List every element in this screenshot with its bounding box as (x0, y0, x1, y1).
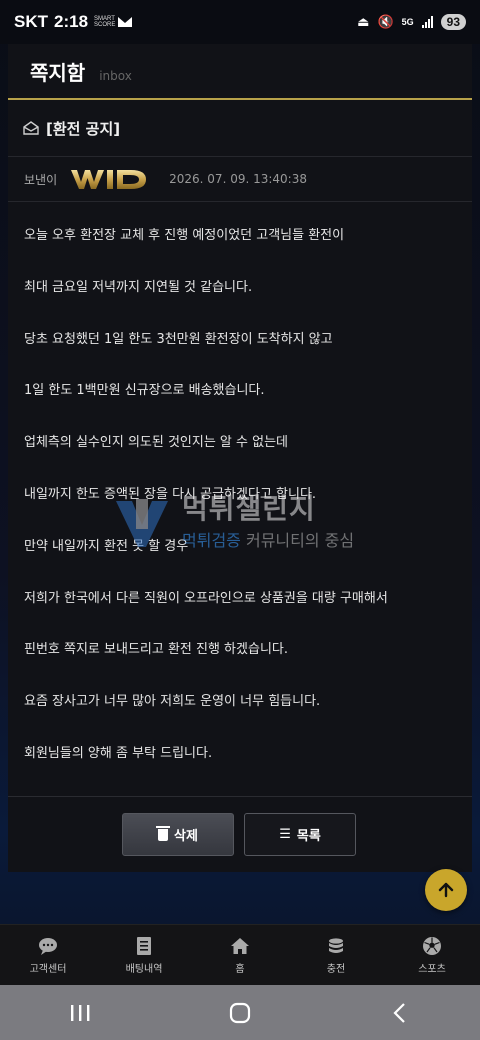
screen: SKT 2:18 SMART SCORE ⏏ 🔇 5G 93 쪽지함 inbox… (0, 0, 480, 1040)
envelope-open-icon (23, 121, 39, 135)
message-line: 회원님들의 양해 좀 부탁 드립니다. (24, 745, 213, 761)
network-type: 5G (401, 17, 414, 27)
list-button[interactable]: ☰ 목록 (244, 813, 356, 856)
back-button[interactable] (380, 998, 420, 1028)
nav-item-home[interactable]: 홈 (192, 925, 288, 985)
home-circle-icon (229, 1002, 251, 1023)
soccer-ball-icon (423, 936, 441, 955)
message-line: 저희가 한국에서 다른 직원이 오프라인으로 상품권을 대량 구매해서 (24, 590, 388, 606)
carrier-label: SKT (14, 12, 48, 31)
list-icon: ☰ (279, 827, 291, 842)
mail-icon (118, 17, 133, 27)
chat-icon (39, 937, 57, 955)
message-line: 업체측의 실수인지 의도된 것인지는 알 수 없는데 (24, 435, 288, 451)
nav-label-home: 홈 (235, 963, 245, 975)
message-line: 오늘 오후 환전장 교체 후 진행 예정이었던 고객님들 환전이 (24, 228, 345, 243)
page-title: 쪽지함 (30, 61, 86, 85)
trash-icon (156, 825, 171, 841)
sender-label: 보낸이 (24, 172, 58, 187)
list-button-label: 목록 (296, 829, 321, 844)
status-bar: SKT 2:18 SMART SCORE ⏏ 🔇 5G 93 (0, 0, 480, 44)
nav-item-support[interactable]: 고객센터 (0, 925, 96, 985)
nav-label-bet-history: 배팅내역 (125, 963, 163, 975)
signal-icon (421, 16, 433, 28)
subject-row: [환전 공지] (8, 100, 472, 157)
recent-apps-button[interactable] (60, 998, 100, 1028)
scroll-top-button[interactable] (425, 869, 467, 911)
status-icons: ⏏ 🔇 5G 93 (357, 14, 466, 30)
battery-indicator: 93 (440, 14, 466, 30)
arrow-up-icon (438, 882, 454, 898)
message-date: 2026. 07. 09. 13:40:38 (169, 172, 307, 186)
smart-score-icon: SMART SCORE (94, 16, 116, 28)
message-line: 요즘 장사고가 너무 많아 저희도 운영이 너무 힘듭니다. (24, 694, 321, 710)
divider (8, 796, 472, 797)
message-line: 1일 한도 1백만원 신규장으로 배송했습니다. (24, 383, 265, 399)
message-line: 핀번호 쪽지로 보내드리고 환전 진행 하겠습니다. (24, 642, 288, 658)
document-icon (137, 936, 151, 955)
message-line: 만약 내일까지 환전 못 할 경우 (24, 538, 189, 554)
bottom-nav: 고객센터 배팅내역 홈 충전 스포츠 (0, 924, 480, 985)
message-line: 내일까지 한도 증액된 장을 다시 공급하겠다고 합니다. (24, 486, 317, 502)
inbox-header: 쪽지함 inbox (8, 44, 472, 100)
back-chevron-icon (393, 1002, 405, 1023)
message-subject: [환전 공지] (46, 119, 121, 138)
nav-item-charge[interactable]: 충전 (288, 925, 384, 985)
nav-item-bet-history[interactable]: 배팅내역 (96, 925, 192, 985)
home-icon (231, 937, 249, 954)
message-card: 쪽지함 inbox [환전 공지] 보낸이 2026. 07. 09. 13:4… (8, 44, 472, 872)
coins-icon (329, 937, 343, 953)
alarm-icon: ⏏ (357, 14, 370, 29)
system-navigation-bar (0, 985, 480, 1040)
nav-item-sports[interactable]: 스포츠 (384, 925, 480, 985)
message-line: 당초 요청했던 1일 한도 3천만원 환전장이 도착하지 않고 (24, 331, 333, 347)
nav-label-sports: 스포츠 (418, 963, 446, 975)
nav-label-charge: 충전 (326, 963, 346, 975)
clock: 2:18 (54, 12, 89, 31)
message-line: 최대 금요일 저녁까지 지연될 것 같습니다. (24, 279, 253, 295)
mute-icon: 🔇 (377, 14, 394, 29)
message-body: 오늘 오후 환전장 교체 후 진행 예정이었던 고객님들 환전이최대 금요일 저… (8, 202, 472, 796)
nav-label-support: 고객센터 (29, 963, 67, 975)
page-subtitle: inbox (99, 69, 132, 83)
delete-button[interactable]: 삭제 (122, 813, 234, 856)
recent-apps-icon (71, 1004, 90, 1021)
sender-logo (71, 170, 147, 189)
delete-button-label: 삭제 (174, 829, 198, 844)
sender-row: 보낸이 2026. 07. 09. 13:40:38 (8, 157, 472, 202)
home-nav-button[interactable] (220, 998, 260, 1028)
